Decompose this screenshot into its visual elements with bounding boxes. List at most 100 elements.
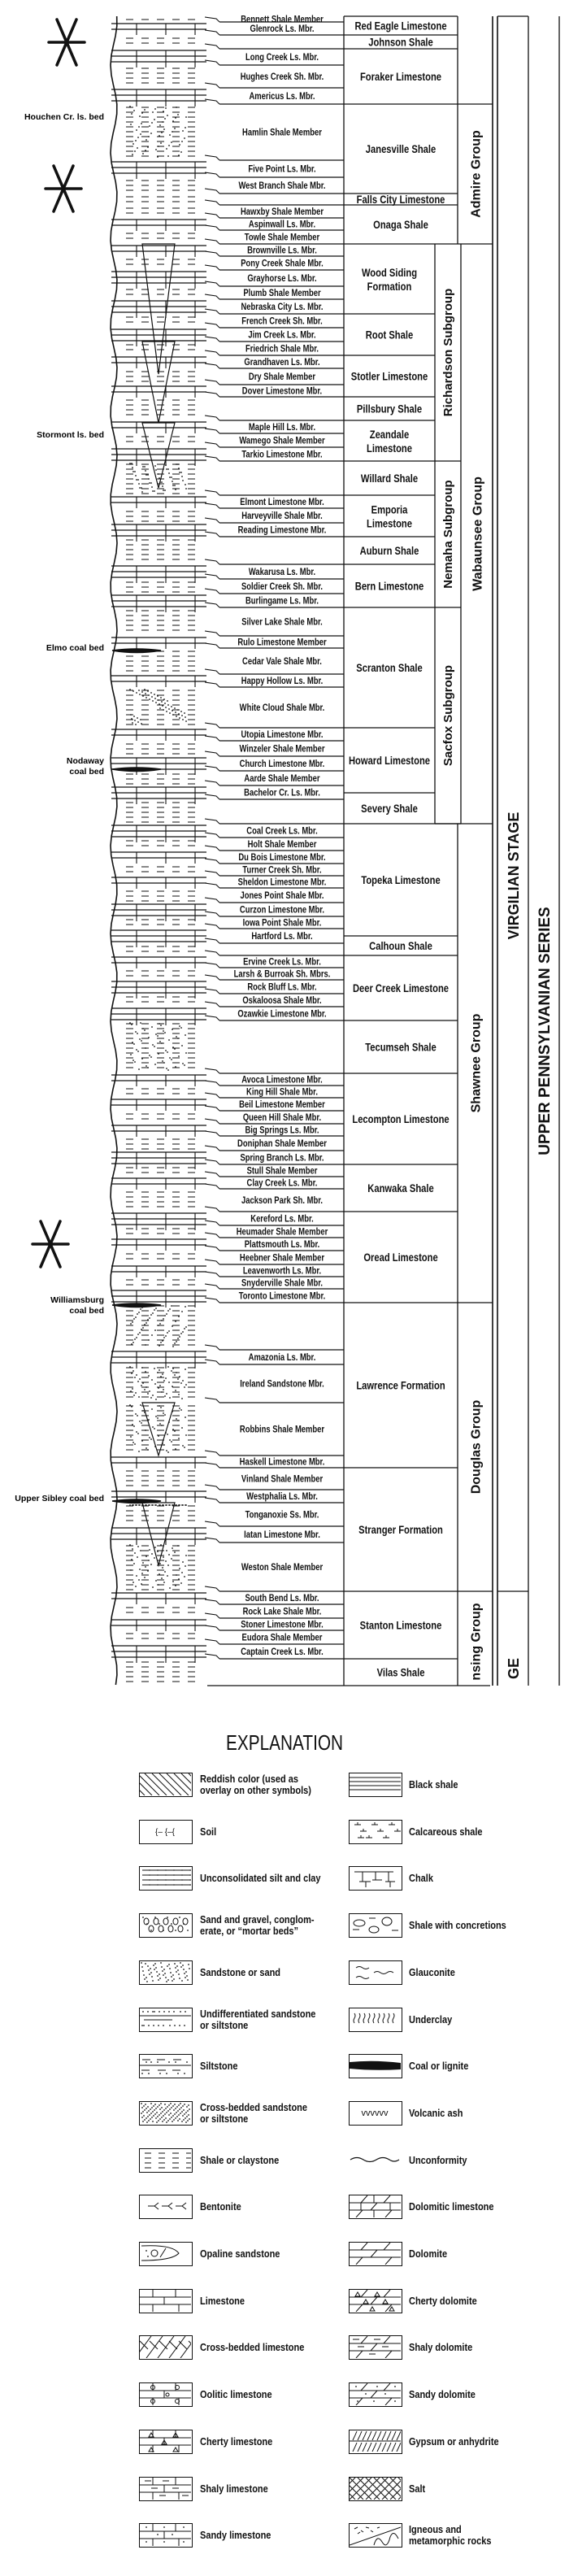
- sand-dot: [164, 703, 166, 704]
- sand-dot: [172, 1386, 173, 1387]
- sand-dot: [148, 1560, 150, 1561]
- member-label: Soldier Creek Sh. Mbr.: [241, 581, 323, 592]
- member-label: Ozawkie Limestone Mbr.: [237, 1009, 326, 1020]
- sand-dot: [185, 1306, 186, 1308]
- legend-label-line: Salt: [409, 2482, 426, 2495]
- member-label: Holt Shale Member: [248, 839, 317, 850]
- legend-swatch: [349, 2429, 402, 2454]
- legend-swatch: [139, 2242, 193, 2266]
- sand-dot: [165, 1050, 167, 1051]
- member-label: Elmont Limestone Mbr.: [240, 497, 324, 507]
- legend-label-line: Volcanic ash: [409, 2107, 463, 2119]
- sand-dot: [177, 114, 179, 115]
- sand-dot: [131, 1343, 132, 1345]
- legend-swatch: [349, 2007, 402, 2032]
- sand-dot: [164, 1032, 166, 1033]
- sand-dot: [157, 1372, 159, 1373]
- sand-dot: [151, 1379, 153, 1381]
- sand-dot: [185, 116, 187, 118]
- sand-dot: [135, 475, 137, 476]
- member-label: Captain Creek Ls. Mbr.: [241, 1647, 324, 1657]
- sand-dot: [132, 1548, 133, 1550]
- sand-dot: [136, 479, 137, 481]
- sand-dot: [171, 1558, 172, 1560]
- sand-dot: [172, 710, 173, 711]
- sand-dot: [152, 1044, 154, 1046]
- sand-dot: [155, 149, 157, 150]
- sand-dot: [158, 1053, 159, 1055]
- member-connector: [204, 832, 220, 838]
- legend-swatch: [349, 1866, 402, 1891]
- sand-dot: [175, 1066, 176, 1068]
- legend-label-line: Gypsum or anhydrite: [409, 2435, 499, 2448]
- sand-dot: [141, 1573, 143, 1574]
- sand-dot: [176, 1372, 177, 1373]
- sand-dot: [139, 487, 141, 489]
- member-label: Glenrock Ls. Mbr.: [250, 24, 314, 34]
- bed-annotation: Stormont ls. bed: [37, 430, 104, 440]
- legend-label: Shale with concretions: [409, 1920, 506, 1931]
- member-label: South Bend Ls. Mbr.: [245, 1593, 319, 1603]
- sand-dot: [157, 1551, 159, 1552]
- member-connector: [204, 1484, 220, 1490]
- silt-clay-symbol: [142, 1869, 191, 1886]
- sand-dot: [165, 464, 167, 466]
- sand-dot: [160, 1407, 162, 1408]
- legend-label-line: Underclay: [409, 2013, 453, 2026]
- sand-dot: [184, 1447, 185, 1448]
- sand-dot: [181, 1045, 183, 1046]
- formation-label: Kanwaka Shale: [367, 1182, 433, 1194]
- legend-title: EXPLANATION: [225, 1730, 344, 1755]
- sand-dot: [184, 1328, 185, 1329]
- member-connector: [204, 1271, 220, 1277]
- bed-annotation: coal bed: [69, 1306, 104, 1316]
- sand-dot: [132, 1442, 134, 1443]
- sand-dot: [139, 1332, 141, 1334]
- sand-dot: [147, 1449, 149, 1451]
- legend-label-line: Shale with concretions: [409, 1920, 506, 1932]
- sand-dot: [167, 1575, 168, 1577]
- gravel-symbol: [142, 1917, 189, 1933]
- sand-dot: [184, 137, 185, 139]
- unconformity-symbol: [350, 2156, 400, 2162]
- legend-label: Sandstone or sand: [200, 1967, 280, 1978]
- member-connector: [204, 379, 220, 385]
- member-connector: [204, 82, 220, 89]
- member-label: Doniphan Shale Member: [237, 1138, 327, 1149]
- legend-swatch: [349, 2476, 402, 2501]
- member-label: Ireland Sandstone Mbr.: [240, 1379, 324, 1390]
- member-label: Leavenworth Ls. Mbr.: [243, 1266, 321, 1277]
- member-label: Tarkio Limestone Mbr.: [241, 450, 322, 460]
- formation-label: Stranger Formation: [358, 1524, 443, 1536]
- member-label: Hartford Ls. Mbr.: [251, 931, 312, 942]
- sand-dot: [167, 1332, 168, 1334]
- sand-dot: [133, 1043, 135, 1045]
- sand-dot: [141, 1058, 143, 1060]
- sand-dot: [139, 1038, 141, 1040]
- formation-label: Janesville Shale: [366, 143, 436, 155]
- member-connector: [204, 1220, 220, 1226]
- member-label: Hamlin Shale Member: [242, 128, 322, 138]
- legend-label: Soil: [200, 1826, 216, 1838]
- sand-dot: [150, 692, 152, 694]
- sand-dot: [140, 1550, 141, 1551]
- sand-dot: [179, 1025, 180, 1027]
- sand-dot: [163, 1444, 165, 1446]
- sand-dot: [178, 1394, 180, 1395]
- member-connector: [204, 1599, 220, 1605]
- member-label: Spring Branch Ls. Mbr.: [240, 1153, 324, 1164]
- sand-dot: [149, 125, 150, 127]
- member-label: Grandhaven Ls. Mbr.: [244, 357, 319, 368]
- sand-dot: [150, 1056, 152, 1058]
- member-connector: [204, 415, 220, 421]
- legend-label-line: Shaly limestone: [200, 2482, 268, 2495]
- member-connector: [204, 1092, 220, 1099]
- member-label: Pony Creek Shale Mbr.: [241, 259, 324, 269]
- legend-label: Limestone: [200, 2295, 245, 2307]
- sand-dot: [152, 1312, 154, 1314]
- sand-dot: [131, 718, 132, 720]
- sand-dot: [134, 1443, 136, 1445]
- sand-dot: [157, 695, 159, 697]
- sand-dot: [185, 1555, 187, 1556]
- sand-dot: [140, 1404, 141, 1406]
